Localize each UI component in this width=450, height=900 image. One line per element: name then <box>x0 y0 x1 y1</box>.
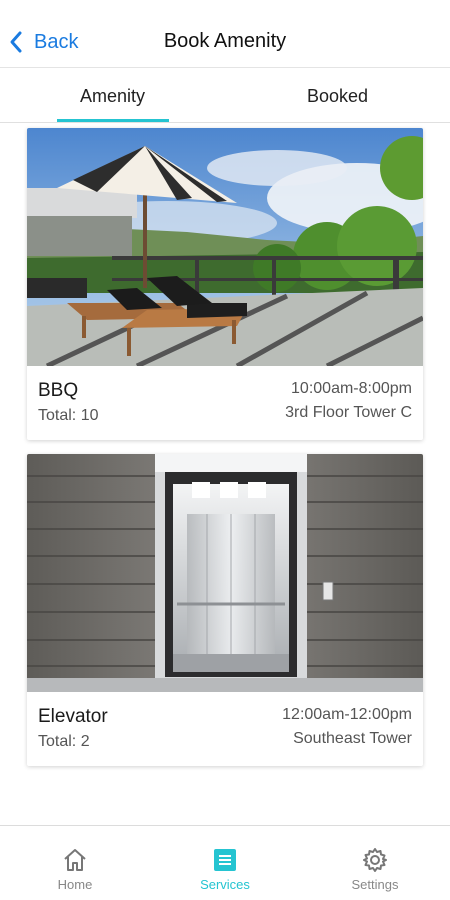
tab-amenity[interactable]: Amenity <box>0 69 225 123</box>
amenity-card-bbq[interactable]: BBQ Total: 10 10:00am-8:00pm 3rd Floor T… <box>27 128 423 440</box>
tab-booked[interactable]: Booked <box>225 69 450 123</box>
services-icon <box>214 849 236 871</box>
amenity-hours: 10:00am-8:00pm <box>291 380 412 397</box>
amenity-hours: 12:00am-12:00pm <box>282 706 412 723</box>
amenity-card-body: BBQ Total: 10 10:00am-8:00pm 3rd Floor T… <box>27 366 423 440</box>
amenity-location: 3rd Floor Tower C <box>285 404 412 421</box>
segment-tabs: Amenity Booked <box>0 69 450 123</box>
amenity-card-body: Elevator Total: 2 12:00am-12:00pm Southe… <box>27 692 423 766</box>
tabbar-services[interactable]: Services <box>150 826 300 900</box>
amenity-total: Total: 2 <box>38 733 90 750</box>
gear-icon <box>363 848 387 872</box>
rooftop-terrace-photo <box>27 128 423 366</box>
app-header: Back Book Amenity <box>0 0 450 68</box>
tabbar-home[interactable]: Home <box>0 826 150 900</box>
home-icon <box>64 849 86 871</box>
elevator-photo <box>27 454 423 692</box>
tabbar-home-label: Home <box>57 877 93 892</box>
amenity-total: Total: 10 <box>38 407 99 424</box>
amenity-card-elevator[interactable]: Elevator Total: 2 12:00am-12:00pm Southe… <box>27 454 423 766</box>
tabbar-services-label: Services <box>200 877 250 892</box>
tabbar-settings-label: Settings <box>351 877 399 892</box>
amenity-name: Elevator <box>38 706 108 727</box>
bottom-tab-bar: Home Services Settings <box>0 825 450 900</box>
amenity-name: BBQ <box>38 380 79 401</box>
active-tab-indicator <box>57 119 169 122</box>
tabbar-settings[interactable]: Settings <box>300 826 450 900</box>
page-title: Book Amenity <box>163 30 287 52</box>
amenity-location: Southeast Tower <box>293 730 412 747</box>
